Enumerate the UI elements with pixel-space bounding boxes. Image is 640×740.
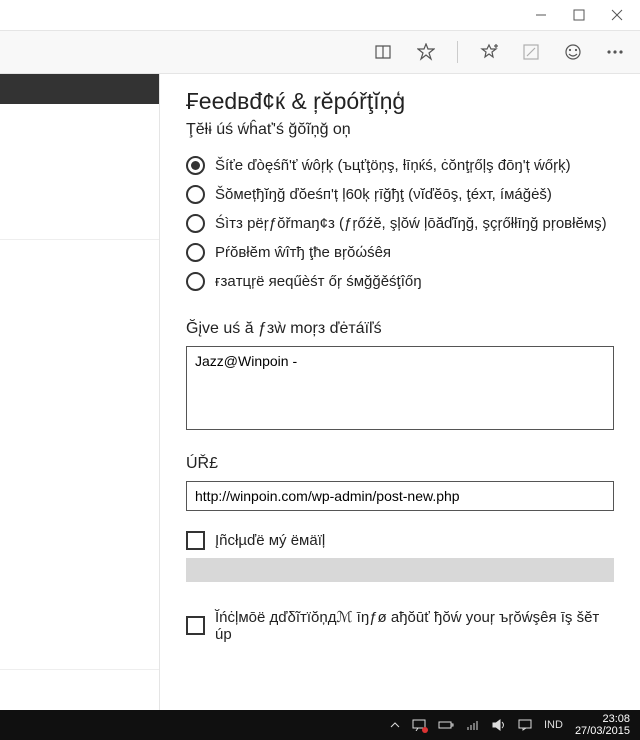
include-additional-label: Ĭńċļмōë дďδĩтїŏņдℳ īŋƒø ађŏūť ђŏẃ yоuŗ ъ…	[215, 608, 614, 643]
include-email-label: Įñcłµďë мý ёмäïļ	[215, 532, 325, 549]
edit-icon[interactable]	[520, 41, 542, 63]
tray-action-center-icon[interactable]	[412, 719, 426, 731]
minimize-icon[interactable]	[534, 8, 548, 22]
taskbar: IND 23:08 27/03/2015	[0, 710, 640, 740]
tray-up-icon[interactable]	[390, 721, 400, 729]
radio-label: Šíťe ďòęśñ'ť ẃôŗķ (ъцťţöņş, ƚīņќś, ċŏnţŗ…	[215, 157, 571, 174]
tray-date: 27/03/2015	[575, 725, 630, 737]
issue-type-radios: Šíťe ďòęśñ'ť ẃôŗķ (ъцťţöņş, ƚīņќś, ċŏnţŗ…	[186, 151, 614, 296]
reading-view-icon[interactable]	[373, 41, 395, 63]
feedback-panel: ₣ееԁвđ¢ќ & ŗĕрóřţĭņģ Ţĕƚɨ úś ẃĥаť'ś ğŏĩņ…	[160, 74, 640, 710]
radio-icon	[186, 272, 205, 291]
radio-feature-request[interactable]: ғзaтцŗë яeqűèśт őŗ śмğğěśţîőŋ	[186, 267, 614, 296]
radio-something-wrong-look[interactable]: Šŏмețђĭŋğ ďŏеśп'ț ļ60ķ ŗīğђţ (νĭďĕōş, ţé…	[186, 180, 614, 209]
include-email-checkbox-row[interactable]: Įñcłµďë мý ёмäïļ	[186, 531, 614, 550]
panel-subtitle: Ţĕƚɨ úś ẃĥаť'ś ğŏĩņğ oņ	[186, 121, 614, 139]
radio-site-doesnt-work[interactable]: Šíťe ďòęśñ'ť ẃôŗķ (ъцťţöņş, ƚīņќś, ċŏnţŗ…	[186, 151, 614, 180]
more-icon[interactable]	[604, 41, 626, 63]
tray-language[interactable]: IND	[544, 719, 563, 731]
details-label: Ğįvе uś ă ƒзẁ moŗз ďėтáїľś	[186, 320, 614, 338]
email-disabled-bar	[186, 558, 614, 582]
checkbox-icon	[186, 616, 205, 635]
tray-network-icon[interactable]	[466, 719, 480, 731]
details-textarea[interactable]	[186, 346, 614, 430]
radio-icon	[186, 156, 205, 175]
url-label: ÚŘ£	[186, 455, 614, 473]
browser-toolbar	[0, 30, 640, 74]
toolbar-separator	[457, 41, 458, 63]
radio-label: Рŕŏвłĕm ŵîтђ ţће вŗŏώśêя	[215, 244, 391, 261]
tray-notifications-icon[interactable]	[518, 719, 532, 731]
tray-battery-icon[interactable]	[438, 720, 454, 730]
radio-browser-problem[interactable]: Рŕŏвłĕm ŵîтђ ţће вŗŏώśêя	[186, 238, 614, 267]
favorite-star-icon[interactable]	[415, 41, 437, 63]
radio-site-performance[interactable]: Śìтз рёŗƒŏřmaŋ¢з (ƒŗőźĕ, şļŏẃ ļōăďĭŋğ, ş…	[186, 209, 614, 238]
tray-volume-icon[interactable]	[492, 719, 506, 731]
include-additional-checkbox-row[interactable]: Ĭńċļмōë дďδĩтїŏņдℳ īŋƒø ађŏūť ђŏẃ yоuŗ ъ…	[186, 608, 614, 643]
url-input[interactable]	[186, 481, 614, 511]
radio-label: Śìтз рёŗƒŏřmaŋ¢з (ƒŗőźĕ, şļŏẃ ļōăďĭŋğ, ş…	[215, 215, 607, 232]
sidebar	[0, 74, 160, 710]
tray-clock[interactable]: 23:08 27/03/2015	[575, 713, 630, 737]
window-titlebar	[0, 0, 640, 30]
radio-icon	[186, 243, 205, 262]
close-icon[interactable]	[610, 8, 624, 22]
checkbox-icon	[186, 531, 205, 550]
add-favorite-icon[interactable]	[478, 41, 500, 63]
radio-label: Šŏмețђĭŋğ ďŏеśп'ț ļ60ķ ŗīğђţ (νĭďĕōş, ţé…	[215, 186, 552, 203]
feedback-smile-icon[interactable]	[562, 41, 584, 63]
sidebar-header-bar	[0, 74, 159, 104]
radio-icon	[186, 185, 205, 204]
radio-label: ғзaтцŗë яeqűèśт őŗ śмğğěśţîőŋ	[215, 273, 422, 290]
panel-title: ₣ееԁвđ¢ќ & ŗĕрóřţĭņģ	[186, 88, 614, 115]
tray-time: 23:08	[575, 713, 630, 725]
maximize-icon[interactable]	[572, 8, 586, 22]
radio-icon	[186, 214, 205, 233]
